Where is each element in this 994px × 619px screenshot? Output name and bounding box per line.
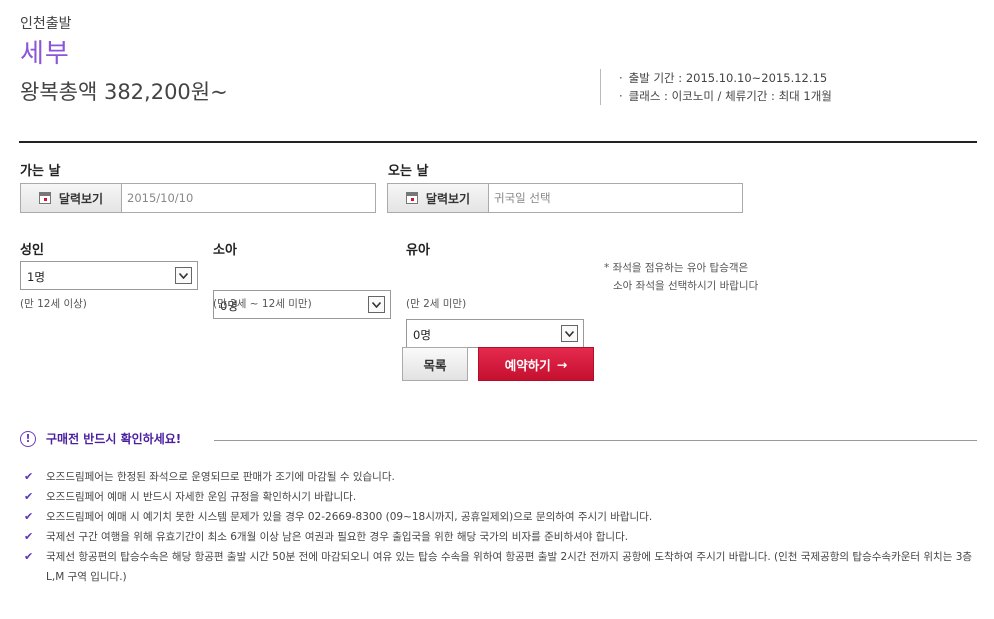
exclamation-icon: !	[20, 430, 36, 447]
notice-header: ! 구매전 반드시 확인하세요!	[20, 430, 181, 447]
list-button[interactable]: 목록	[402, 347, 468, 381]
return-date-field: 달력보기 귀국일 선택	[387, 183, 743, 213]
book-button-label: 예약하기	[504, 357, 551, 373]
bullet-icon: ·	[619, 71, 623, 85]
adult-label: 성인	[20, 243, 44, 258]
return-calendar-button[interactable]: 달력보기	[388, 184, 489, 212]
list-item: ✔ 국제선 구간 여행을 위해 유효기간이 최소 6개월 이상 남은 여권과 필요…	[24, 527, 979, 547]
class-stay: · 클래스 : 이코노미 / 체류기간 : 최대 1개월	[619, 89, 832, 103]
check-icon: ✔	[24, 490, 34, 503]
child-label: 소아	[213, 243, 237, 258]
total-price: 왕복총액 382,200원~	[20, 80, 228, 104]
destination-title: 세부	[20, 39, 70, 69]
notice-list: ✔ 오즈드림페어는 한정된 좌석으로 운영되므로 판매가 조기에 마감될 수 있습…	[24, 467, 979, 587]
notice-divider	[214, 440, 977, 441]
calendar-icon	[405, 192, 418, 204]
depart-date-field: 달력보기 2015/10/10	[20, 183, 376, 213]
infant-seat-note-line2: 소아 좌석을 선택하시기 바랍니다	[613, 280, 759, 292]
depart-label: 가는 날	[20, 164, 61, 179]
fare-info: · 출발 기간 : 2015.10.10~2015.12.15 · 클래스 : 이코…	[600, 69, 832, 105]
book-button[interactable]: 예약하기 →	[478, 347, 594, 381]
depart-date-input[interactable]: 2015/10/10	[122, 184, 375, 212]
check-icon: ✔	[24, 550, 34, 563]
check-icon: ✔	[24, 510, 34, 523]
infant-age-note: (만 2세 미만)	[406, 298, 467, 310]
list-item: ✔ 오즈드림페어 예매 시 예기치 못한 시스템 문제가 있을 경우 02-266…	[24, 507, 979, 527]
return-date-input[interactable]: 귀국일 선택	[489, 184, 742, 212]
infant-seat-note-line1: * 좌석을 점유하는 유아 탑승객은	[604, 262, 749, 274]
chevron-down-icon[interactable]	[368, 296, 385, 313]
header-divider	[19, 141, 977, 143]
list-item: ✔ 오즈드림페어는 한정된 좌석으로 운영되므로 판매가 조기에 마감될 수 있습…	[24, 467, 979, 487]
return-label: 오는 날	[388, 164, 429, 179]
depart-calendar-button[interactable]: 달력보기	[21, 184, 122, 212]
adult-age-note: (만 12세 이상)	[20, 298, 87, 310]
list-item: ✔ 국제선 항공편의 탑승수속은 해당 항공편 출발 시간 50분 전에 마감되오…	[24, 547, 979, 587]
check-icon: ✔	[24, 470, 34, 483]
calendar-icon	[38, 192, 51, 204]
travel-period: · 출발 기간 : 2015.10.10~2015.12.15	[619, 71, 828, 85]
chevron-down-icon[interactable]	[561, 325, 578, 342]
notice-title: 구매전 반드시 확인하세요!	[46, 432, 182, 446]
adult-select[interactable]: 1명	[20, 261, 198, 290]
infant-seat-note: * 좌석을 점유하는 유아 탑승객은 소아 좌석을 선택하시기 바랍니다	[604, 259, 758, 295]
infant-select[interactable]: 0명	[406, 319, 584, 348]
infant-select-value: 0명	[413, 328, 431, 342]
list-item: ✔ 오즈드림페어 예매 시 반드시 자세한 운임 규정을 확인하시기 바랍니다.	[24, 487, 979, 507]
child-age-note: (만 2세 ~ 12세 미만)	[213, 298, 312, 310]
adult-select-value: 1명	[27, 270, 45, 284]
infant-label: 유아	[406, 243, 430, 258]
bullet-icon: ·	[619, 89, 623, 103]
chevron-down-icon[interactable]	[175, 267, 192, 284]
origin-label: 인천출발	[20, 16, 72, 32]
check-icon: ✔	[24, 530, 34, 543]
arrow-right-icon: →	[556, 356, 568, 372]
